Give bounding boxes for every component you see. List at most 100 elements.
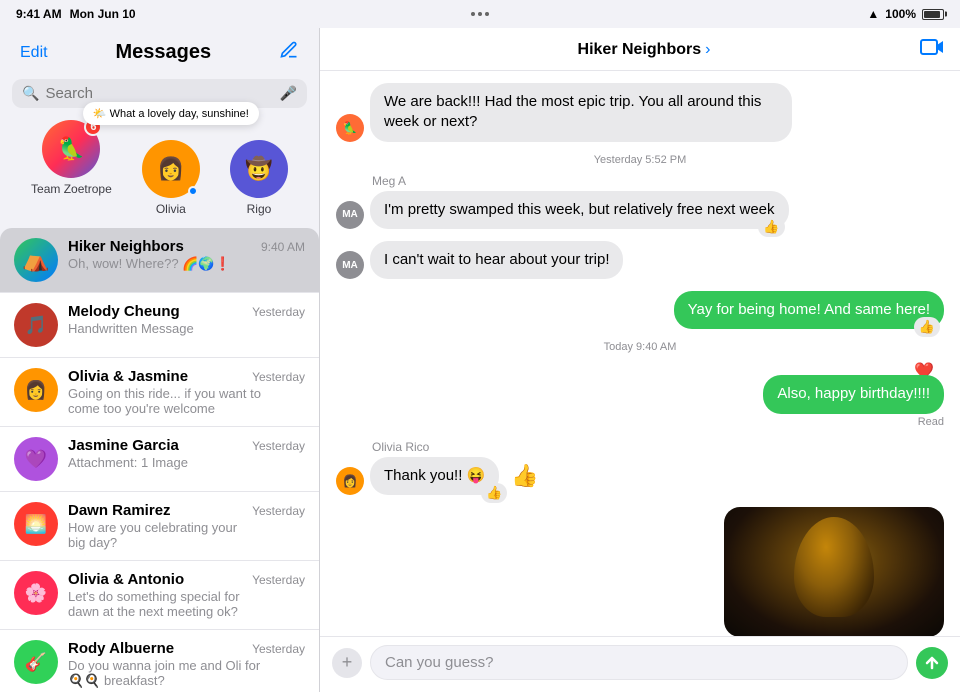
send-button[interactable]: [916, 647, 948, 679]
conv-time-olivia-antonio: Yesterday: [252, 573, 305, 587]
chat-header: Hiker Neighbors ›: [320, 28, 960, 71]
read-label-5: Read: [918, 416, 944, 428]
conv-item-melody-cheung[interactable]: 🎵 Melody Cheung Yesterday Handwritten Me…: [0, 293, 319, 358]
reaction-thumbs-4: 👍: [914, 317, 940, 337]
battery-icon: [922, 9, 944, 20]
conv-preview-jasmine-garcia: Attachment: 1 Image: [68, 455, 305, 470]
conv-item-jasmine-garcia[interactable]: 💜 Jasmine Garcia Yesterday Attachment: 1…: [0, 427, 319, 492]
msg-bubble-5: Also, happy birthday!!!!: [763, 375, 944, 413]
conv-time-jasmine-garcia: Yesterday: [252, 439, 305, 453]
chevron-right-icon: ›: [705, 41, 710, 59]
conv-time-rody-albuerne: Yesterday: [252, 642, 305, 656]
conv-avatar-olivia-jasmine: 👩: [14, 368, 58, 412]
pinned-contact-rigo[interactable]: 🤠 Rigo: [230, 140, 288, 216]
message-input[interactable]: Can you guess?: [370, 645, 908, 680]
conv-item-hiker-neighbors[interactable]: ⛺ Hiker Neighbors 9:40 AM Oh, wow! Where…: [0, 228, 319, 293]
conv-name-rody-albuerne: Rody Albuerne: [68, 640, 174, 657]
add-attachment-button[interactable]: +: [332, 648, 362, 678]
mic-icon: 🎤: [280, 85, 297, 102]
pinned-name-olivia: Olivia: [156, 202, 186, 216]
sidebar-header: Edit Messages: [0, 28, 319, 73]
chat-panel: Hiker Neighbors › 🦜 We are back!!! Had t…: [320, 28, 960, 692]
blue-dot-olivia: [188, 186, 198, 196]
chat-title: Hiker Neighbors: [578, 41, 702, 59]
msg-avatar-3: MA: [336, 251, 364, 279]
photo-message-7: [724, 507, 944, 636]
conv-preview2-olivia-antonio: dawn at the next meeting ok?: [68, 604, 305, 619]
sidebar-title: Messages: [52, 41, 275, 64]
status-time: 9:41 AM: [16, 7, 62, 21]
timestamp-yesterday: Yesterday 5:52 PM: [336, 154, 944, 166]
conv-body-hiker-neighbors: Hiker Neighbors 9:40 AM Oh, wow! Where??…: [68, 238, 305, 272]
msg-avatar-2: MA: [336, 201, 364, 229]
conv-avatar-hiker-neighbors: ⛺: [14, 238, 58, 282]
send-icon: [924, 655, 940, 671]
msg-bubble-3: I can't wait to hear about your trip!: [370, 241, 623, 279]
conv-preview-melody-cheung: Handwritten Message: [68, 321, 305, 336]
three-dots-indicator: [471, 12, 489, 16]
msg-sender-2: Meg A: [372, 174, 789, 188]
pinned-contacts: 🦜 6 Team Zoetrope 🌤️ What a lovely day, …: [0, 116, 319, 228]
conv-avatar-jasmine-garcia: 💜: [14, 437, 58, 481]
conv-preview-olivia-antonio: Let's do something special for: [68, 589, 305, 604]
msg-bubble-2: I'm pretty swamped this week, but relati…: [370, 191, 789, 229]
chat-title-wrap[interactable]: Hiker Neighbors ›: [578, 41, 711, 59]
message-3: MA I can't wait to hear about your trip!: [336, 241, 623, 279]
conv-item-rody-albuerne[interactable]: 🎸 Rody Albuerne Yesterday Do you wanna j…: [0, 630, 319, 692]
message-7-photo: [724, 507, 944, 636]
conv-preview-rody-albuerne: Do you wanna join me and Oli for: [68, 658, 305, 673]
conv-preview-dawn-ramirez: How are you celebrating your: [68, 520, 305, 535]
sidebar: Edit Messages 🔍 🎤 🦜: [0, 28, 320, 692]
conv-preview2-olivia-jasmine: come too you're welcome: [68, 401, 305, 416]
pinned-contact-team-zoetrope[interactable]: 🦜 6 Team Zoetrope: [31, 120, 112, 216]
messages-area: 🦜 We are back!!! Had the most epic trip.…: [320, 71, 960, 636]
msg-avatar-6: 👩: [336, 467, 364, 495]
conv-body-melody-cheung: Melody Cheung Yesterday Handwritten Mess…: [68, 303, 305, 336]
conv-body-olivia-antonio: Olivia & Antonio Yesterday Let's do some…: [68, 571, 305, 619]
message-2: Meg A MA I'm pretty swamped this week, b…: [336, 174, 789, 229]
edit-button[interactable]: Edit: [16, 40, 52, 66]
message-input-placeholder: Can you guess?: [385, 654, 493, 671]
avatar-rigo: 🤠: [230, 140, 288, 198]
conv-preview2-rody-albuerne: 🍳🍳 breakfast?: [68, 673, 305, 689]
search-input[interactable]: [45, 85, 273, 102]
conv-preview2-dawn-ramirez: big day?: [68, 535, 305, 550]
conv-avatar-rody-albuerne: 🎸: [14, 640, 58, 684]
conv-item-olivia-jasmine[interactable]: 👩 Olivia & Jasmine Yesterday Going on th…: [0, 358, 319, 427]
status-day: Mon Jun 10: [70, 7, 136, 21]
conv-time-hiker-neighbors: 9:40 AM: [261, 240, 305, 254]
search-icon: 🔍: [22, 85, 39, 102]
floating-thumbs-6: 👍: [511, 463, 538, 489]
pinned-contact-olivia[interactable]: 🌤️ What a lovely day, sunshine! 👩 Olivia: [142, 120, 200, 216]
msg-avatar-1: 🦜: [336, 114, 364, 142]
search-bar[interactable]: 🔍 🎤: [12, 79, 307, 108]
compose-icon: [279, 40, 299, 60]
conv-item-olivia-antonio[interactable]: 🌸 Olivia & Antonio Yesterday Let's do so…: [0, 561, 319, 630]
message-4-wrap: Yay for being home! And same here! 👍: [336, 291, 944, 329]
msg-bubble-4: Yay for being home! And same here!: [674, 291, 944, 329]
conv-item-dawn-ramirez[interactable]: 🌅 Dawn Ramirez Yesterday How are you cel…: [0, 492, 319, 561]
conv-avatar-melody-cheung: 🎵: [14, 303, 58, 347]
msg-sender-6: Olivia Rico: [372, 440, 539, 454]
conv-body-rody-albuerne: Rody Albuerne Yesterday Do you wanna joi…: [68, 640, 305, 689]
conv-name-jasmine-garcia: Jasmine Garcia: [68, 437, 179, 454]
message-1: 🦜 We are back!!! Had the most epic trip.…: [336, 83, 792, 142]
conv-name-olivia-antonio: Olivia & Antonio: [68, 571, 184, 588]
conv-time-dawn-ramirez: Yesterday: [252, 504, 305, 518]
conv-name-melody-cheung: Melody Cheung: [68, 303, 180, 320]
message-5-wrap: ❤️ Also, happy birthday!!!! Read: [336, 361, 944, 427]
conv-time-melody-cheung: Yesterday: [252, 305, 305, 319]
conv-avatar-dawn-ramirez: 🌅: [14, 502, 58, 546]
battery-percent: 100%: [885, 7, 916, 21]
conv-name-hiker-neighbors: Hiker Neighbors: [68, 238, 184, 255]
status-bar: 9:41 AM Mon Jun 10 ▲ 100%: [0, 0, 960, 28]
wifi-icon: ▲: [867, 7, 879, 21]
conv-body-jasmine-garcia: Jasmine Garcia Yesterday Attachment: 1 I…: [68, 437, 305, 470]
reaction-thumbs-2: 👍: [758, 217, 784, 237]
badge-count-team-zoetrope: 6: [84, 118, 102, 136]
conv-body-olivia-jasmine: Olivia & Jasmine Yesterday Going on this…: [68, 368, 305, 416]
pinned-name-rigo: Rigo: [247, 202, 272, 216]
video-call-icon[interactable]: [920, 38, 944, 62]
conv-name-dawn-ramirez: Dawn Ramirez: [68, 502, 171, 519]
compose-button[interactable]: [275, 36, 303, 69]
